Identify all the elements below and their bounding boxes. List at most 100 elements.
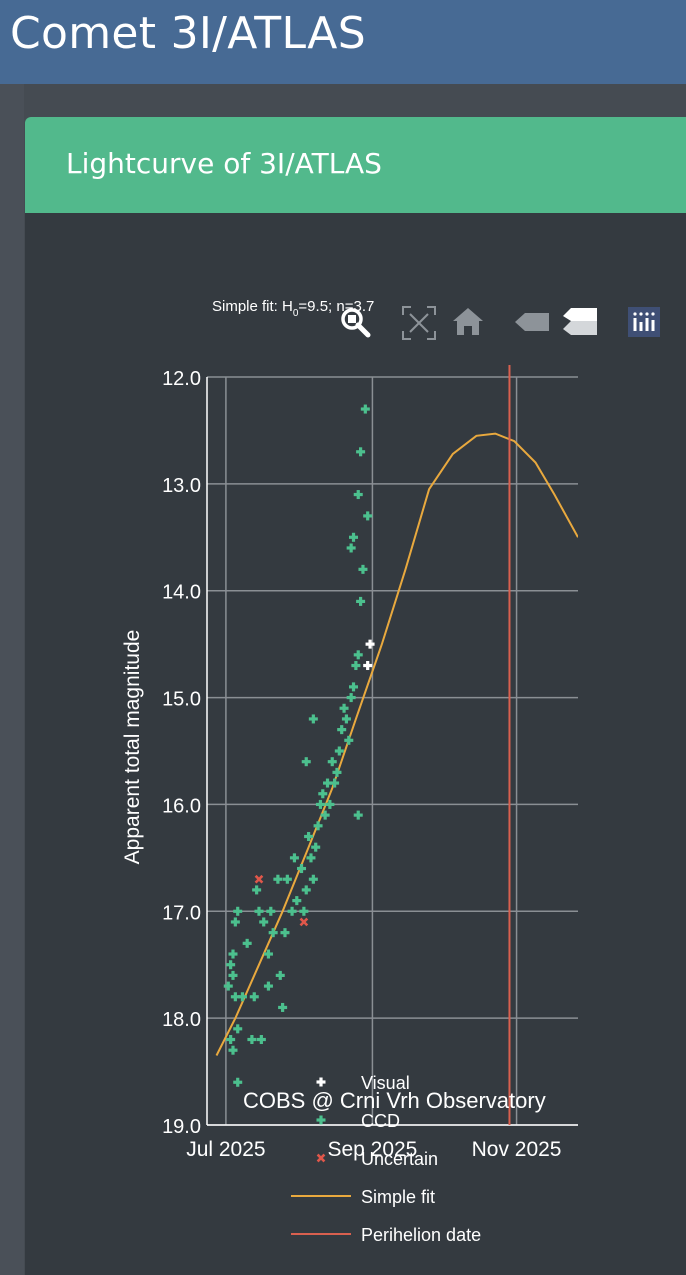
ccd-point (233, 906, 243, 916)
marker-bar-v (356, 810, 360, 820)
ccd-point (275, 970, 285, 980)
ccd-point (228, 949, 238, 959)
ccd-point (337, 725, 347, 735)
marker-bar-v (333, 778, 337, 788)
y-tick-label: 12.0 (162, 368, 201, 390)
marker-bar-v (354, 661, 358, 671)
ccd-point (344, 735, 354, 745)
ccd-point (353, 810, 363, 820)
marker-bar-v (271, 928, 275, 938)
marker-bar-v (299, 864, 304, 874)
y-tick-label: 19.0 (162, 1116, 201, 1138)
ccd-point (252, 885, 262, 895)
ccd-point (351, 661, 361, 671)
marker-bar-v (278, 970, 282, 980)
marker-bar-v (292, 853, 297, 863)
app-header: Comet 3I/ATLAS (0, 0, 686, 84)
marker-bar-v (236, 906, 240, 916)
y-tick-label: 16.0 (162, 795, 201, 817)
marker-bar-v (366, 511, 370, 521)
ccd-point (254, 906, 264, 916)
marker-bar-v (309, 853, 313, 863)
marker-bar-v (229, 960, 233, 970)
marker-bar-v (351, 532, 356, 542)
marker-bar-v (337, 746, 341, 756)
ccd-point (289, 853, 299, 863)
visual-point (363, 661, 373, 671)
ccd-point (278, 1002, 288, 1012)
reset-axes-home-icon[interactable] (453, 308, 483, 335)
lightcurve-card: Lightcurve of 3I/ATLAS 12.0 13.0 14.0 15.0 1… (25, 117, 686, 1275)
ccd-point (249, 992, 259, 1002)
ccd-point (349, 682, 359, 692)
visual-point (365, 639, 375, 649)
legend-label: Perihelion date (361, 1225, 481, 1245)
ccd-point (223, 981, 233, 991)
ccd-point (353, 650, 363, 660)
marker-bar-v (358, 447, 363, 457)
legend-item: Perihelion date (291, 1225, 481, 1245)
fit-layer (215, 432, 578, 1056)
x-tick-label: Nov 2025 (472, 1138, 562, 1161)
marker-bar-v (231, 1045, 235, 1055)
legend-label: Visual (361, 1073, 410, 1093)
ccd-point (268, 928, 278, 938)
ccd-point (363, 511, 373, 521)
plotly-logo-icon[interactable] (628, 307, 660, 337)
marker-bar-v (340, 725, 344, 735)
legend-item: Simple fit (291, 1187, 435, 1207)
marker-bar-v (257, 906, 261, 916)
ccd-point (356, 447, 366, 457)
marker-bar-v (266, 949, 271, 959)
y-tick-label: 13.0 (162, 475, 201, 497)
marker-bar-v (361, 564, 365, 574)
y-tick-label: 15.0 (162, 689, 201, 711)
marker-bar-v (330, 757, 334, 767)
sidebar-gutter (0, 84, 24, 1275)
autoscale-icon[interactable] (402, 306, 436, 340)
hover-closest-icon[interactable] (515, 313, 549, 331)
ccd-point (287, 906, 297, 916)
ccd-point (341, 714, 351, 724)
ccd-point (356, 596, 366, 606)
y-tick-label: 14.0 (162, 582, 201, 604)
marker-bar-v (233, 992, 237, 1002)
ccd-point (301, 757, 311, 767)
marker-bar-v (342, 703, 346, 713)
ccd-point (308, 714, 318, 724)
ccd-point (226, 960, 236, 970)
ccd-point (233, 1077, 243, 1087)
hover-compare-icon[interactable] (563, 308, 597, 335)
x-tick-label: Jul 2025 (186, 1138, 265, 1161)
legend-label: CCD (361, 1111, 400, 1131)
ccd-point (353, 490, 363, 500)
ccd-point (228, 1045, 238, 1055)
marker-bar-v (311, 874, 315, 884)
marker-bar-v (304, 885, 308, 895)
marker-bar-v (304, 757, 308, 767)
marker-bar-v (318, 799, 323, 809)
marker-bar-v (325, 778, 330, 788)
modebar (341, 306, 660, 340)
ccd-point (349, 532, 359, 542)
ccd-point (256, 1035, 266, 1045)
ccd-point (306, 853, 316, 863)
marker-bar-v (349, 543, 353, 553)
marker-bar-v (307, 831, 311, 841)
marker-bar-v (231, 949, 235, 959)
legend-label: Simple fit (361, 1187, 435, 1207)
marker-bar-v (314, 842, 318, 852)
lightcurve-chart[interactable]: 12.0 13.0 14.0 15.0 16.0 17.0 18.0 19.0Jul 2025… (25, 117, 686, 1275)
ccd-point (332, 767, 342, 777)
marker-bar-v (226, 981, 230, 991)
marker-bar-v (255, 885, 259, 895)
marker-bar-v (321, 789, 325, 799)
ccd-point (233, 1024, 243, 1034)
marker-bar-v (349, 693, 353, 703)
subtitle-suffix: =9.5; n=3.7 (298, 298, 374, 315)
ccd-point (292, 896, 302, 906)
marker-bar-v (283, 928, 287, 938)
marker-bar-v (356, 650, 360, 660)
marker-bar-v (259, 1035, 263, 1045)
y-tick-label: 17.0 (162, 902, 201, 924)
